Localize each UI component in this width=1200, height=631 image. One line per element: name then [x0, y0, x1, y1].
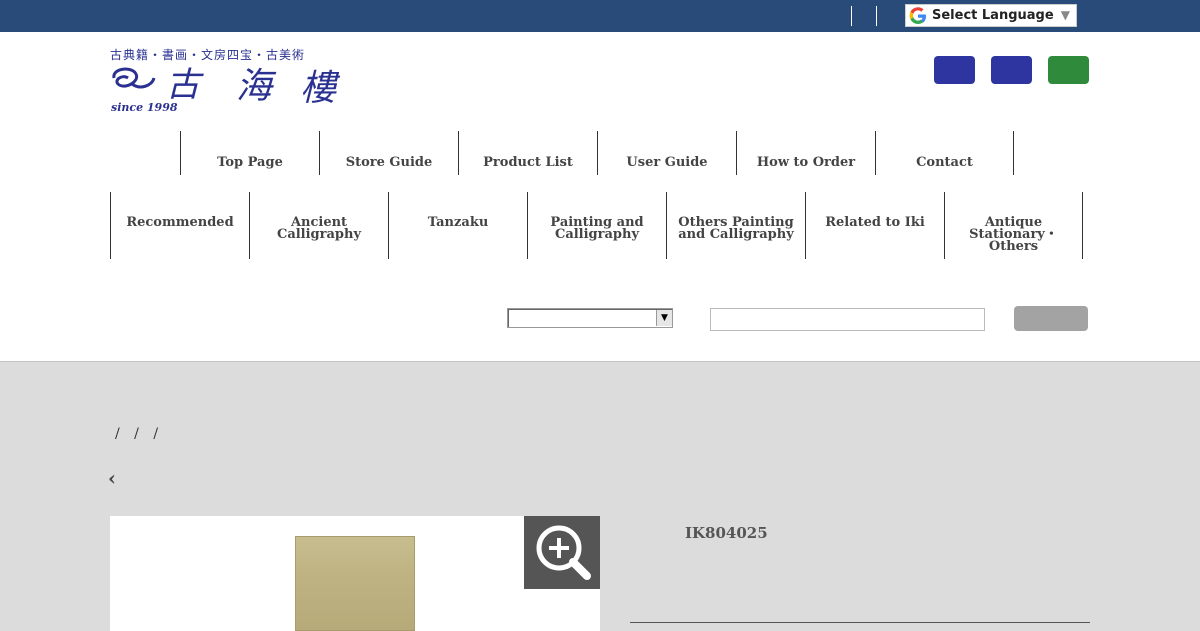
product-section: / / / ‹ IK804025: [0, 361, 1200, 631]
search-input[interactable]: [710, 308, 985, 331]
category-related-iki[interactable]: Related to Iki: [805, 192, 944, 259]
product-code: IK804025: [685, 524, 768, 542]
header-button-3[interactable]: [1048, 56, 1089, 84]
back-arrow-icon[interactable]: ‹: [108, 466, 116, 490]
site-logo[interactable]: 古典籍・書画・文房四宝・古美術 古 海 樓 since 1998: [110, 46, 360, 116]
nav-top-page[interactable]: Top Page: [180, 131, 319, 175]
svg-text:海: 海: [236, 66, 277, 107]
divider: [630, 622, 1090, 623]
google-g-icon: [909, 6, 926, 24]
category-antique-stationary[interactable]: Antique Stationary・Others: [944, 192, 1083, 259]
category-ancient-calligraphy[interactable]: Ancient Calligraphy: [249, 192, 388, 259]
svg-text:古: 古: [166, 65, 204, 105]
zoom-in-icon: [536, 525, 591, 580]
language-select[interactable]: Select Language ▼: [905, 4, 1077, 27]
nav-user-guide[interactable]: User Guide: [597, 131, 736, 175]
header-button-2[interactable]: [991, 56, 1032, 84]
nav-contact[interactable]: Contact: [875, 131, 1014, 175]
svg-text:樓: 樓: [300, 68, 341, 109]
chevron-down-icon: ▼: [656, 310, 672, 326]
topbar-divider: [851, 6, 852, 26]
category-painting-calligraphy[interactable]: Painting and Calligraphy: [527, 192, 666, 259]
category-select[interactable]: ▼: [507, 308, 673, 328]
main-nav: Top Page Store Guide Product List User G…: [180, 131, 1014, 175]
top-bar: Select Language ▼: [0, 0, 1200, 32]
logo-since: since 1998: [111, 101, 178, 114]
chevron-down-icon: ▼: [1060, 8, 1070, 22]
nav-how-to-order[interactable]: How to Order: [736, 131, 875, 175]
product-image[interactable]: [295, 536, 415, 631]
nav-store-guide[interactable]: Store Guide: [319, 131, 458, 175]
breadcrumb: / / /: [115, 426, 159, 442]
zoom-button[interactable]: [524, 516, 600, 589]
category-tanzaku[interactable]: Tanzaku: [388, 192, 527, 259]
category-nav: Recommended Ancient Calligraphy Tanzaku …: [110, 192, 1083, 259]
topbar-divider: [876, 6, 877, 26]
search-button[interactable]: [1014, 306, 1088, 331]
language-label: Select Language: [932, 8, 1054, 23]
category-recommended[interactable]: Recommended: [110, 192, 249, 259]
category-others-painting[interactable]: Others Painting and Calligraphy: [666, 192, 805, 259]
header-button-1[interactable]: [934, 56, 975, 84]
nav-product-list[interactable]: Product List: [458, 131, 597, 175]
